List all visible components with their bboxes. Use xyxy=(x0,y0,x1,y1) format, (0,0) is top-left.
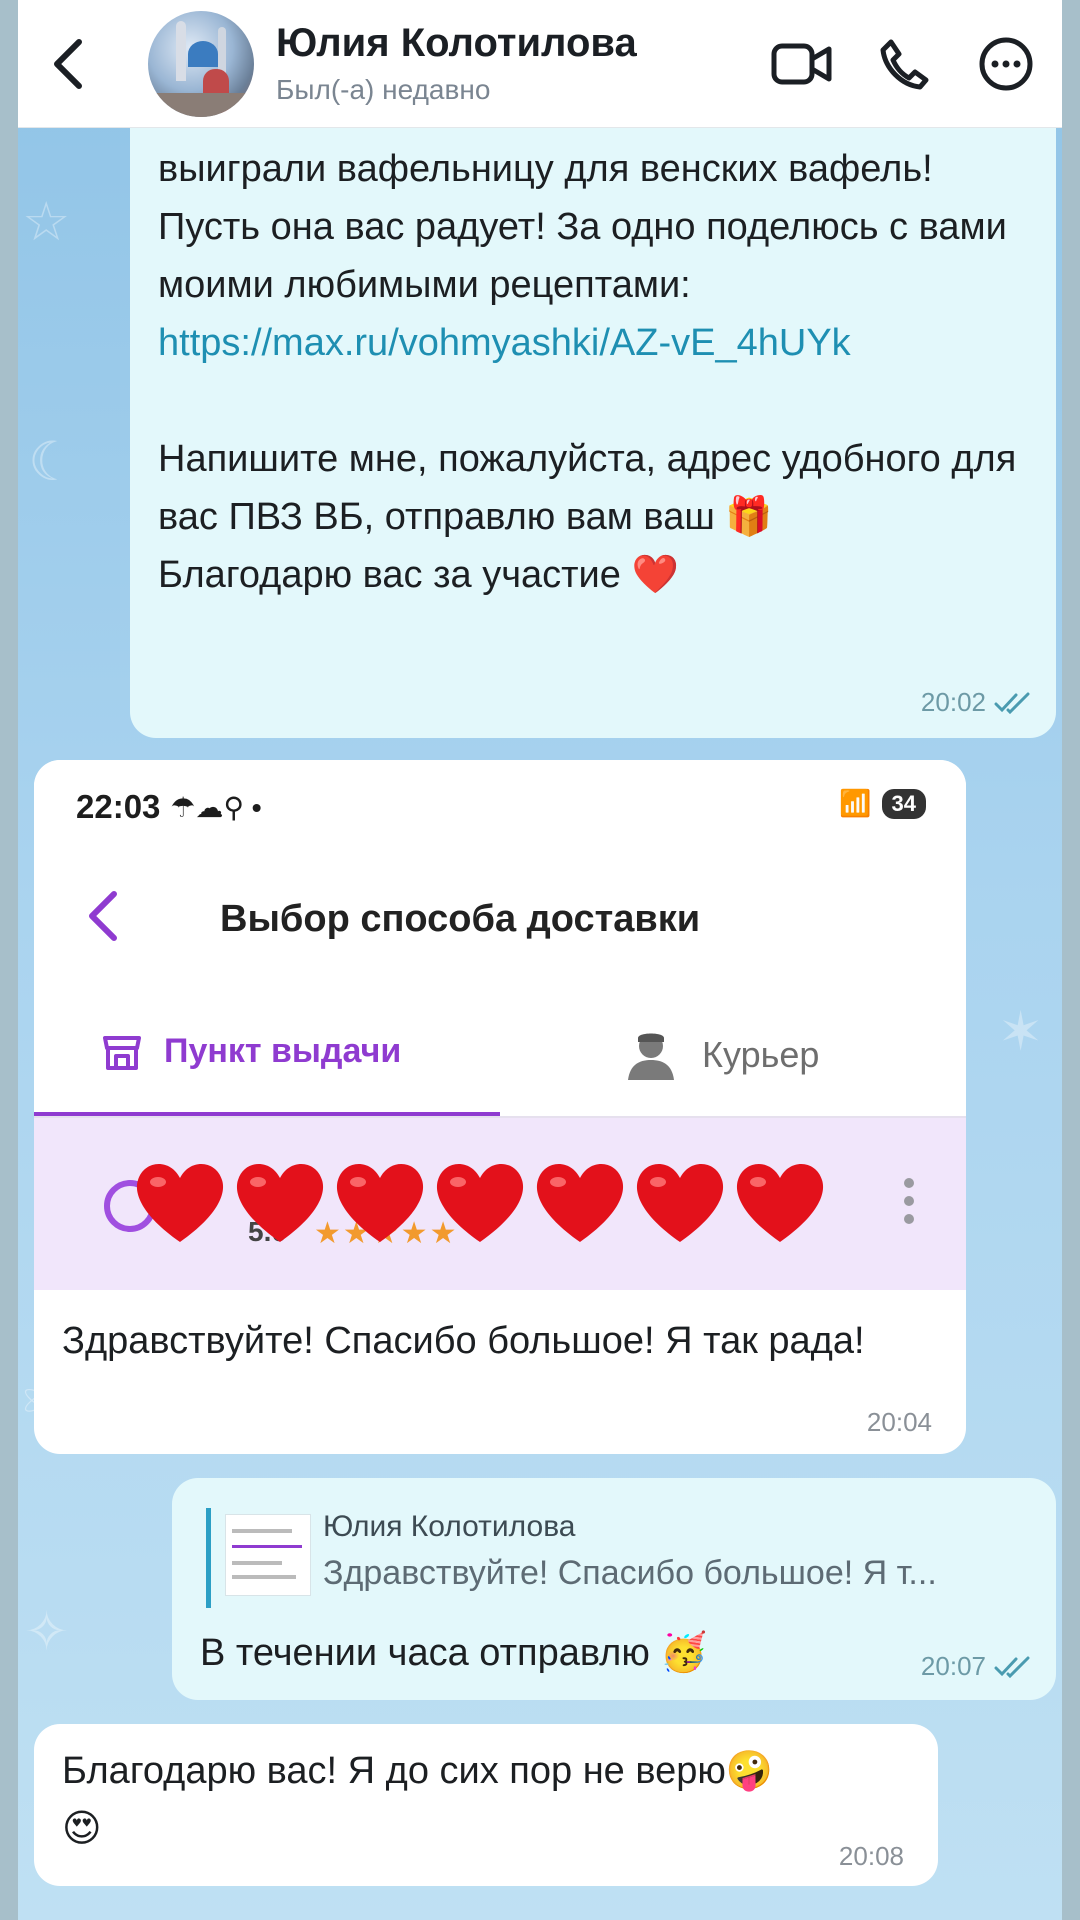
chat-header: Юлия Колотилова Был(-а) недавно xyxy=(18,0,1062,128)
tab-pickup-label: Пункт выдачи xyxy=(164,1032,402,1070)
star-doodle-icon: ✶ xyxy=(998,1000,1044,1063)
reply-quote[interactable]: Юлия Колотилова Здравствуйте! Спасибо бо… xyxy=(206,1508,1016,1608)
back-arrow-icon xyxy=(54,38,82,89)
phone-icon xyxy=(880,39,929,89)
star-doodle-icon: ✧ xyxy=(24,1600,70,1663)
wifi-icon: 📶 xyxy=(839,788,872,818)
outer-border-left xyxy=(0,0,18,1920)
reply-thumbnail xyxy=(225,1514,311,1596)
status-time-label: 22:03 xyxy=(76,788,161,825)
heart-icon xyxy=(436,1163,524,1242)
double-check-icon xyxy=(994,1656,1032,1678)
message-text-part: выиграли вафельницу для венских вафель! … xyxy=(158,148,1018,306)
time-label: 20:07 xyxy=(920,1651,986,1681)
tab-pickup-point: Пункт выдачи xyxy=(102,1032,401,1071)
video-call-button[interactable] xyxy=(770,32,834,96)
heart-icon xyxy=(236,1163,324,1242)
message-time: 20:08 xyxy=(839,1841,904,1872)
message-bubble-outgoing[interactable]: выиграли вафельницу для венских вафель! … xyxy=(130,80,1056,738)
heart-icon xyxy=(136,1163,224,1242)
more-options-button[interactable] xyxy=(974,32,1038,96)
heart-icon xyxy=(536,1163,624,1242)
message-text: Благодарю вас! Я до сих пор не верю🤪 😍 xyxy=(62,1750,774,1850)
screenshot-back-icon xyxy=(86,890,120,947)
message-bubble-incoming-image[interactable]: 22:03 ☂☁⚲ • 📶 34 Выбор способа доставки … xyxy=(34,760,966,1454)
message-text: Здравствуйте! Спасибо большое! Я так рад… xyxy=(62,1320,865,1362)
message-time: 20:04 xyxy=(867,1407,932,1438)
reply-author: Юлия Колотилова xyxy=(323,1510,576,1543)
time-label: 20:08 xyxy=(838,1841,904,1871)
tab-courier: Курьер xyxy=(624,1028,819,1082)
store-icon xyxy=(103,1035,141,1070)
video-call-icon xyxy=(771,43,832,84)
battery-indicator: 34 xyxy=(881,788,926,819)
status-icons: ☂☁⚲ • xyxy=(170,791,262,823)
contact-status: Был(-а) недавно xyxy=(276,74,491,105)
double-check-icon xyxy=(994,692,1032,714)
tab-courier-label: Курьер xyxy=(702,1034,820,1075)
screenshot-title: Выбор способа доставки xyxy=(220,898,701,940)
status-bar-right: 📶 34 xyxy=(839,788,926,819)
message-bubble-outgoing-reply[interactable]: Юлия Колотилова Здравствуйте! Спасибо бо… xyxy=(172,1478,1056,1700)
heart-icon xyxy=(336,1163,424,1242)
hearts-overlay xyxy=(130,1152,830,1252)
message-time: 20:02 xyxy=(921,687,1032,718)
message-text-part: Напишите мне, пожалуйста, адрес удобного… xyxy=(158,438,1017,596)
contact-info[interactable]: Юлия Колотилова Был(-а) недавно xyxy=(276,21,770,106)
kebab-menu-icon xyxy=(904,1178,914,1224)
attached-screenshot[interactable]: 22:03 ☂☁⚲ • 📶 34 Выбор способа доставки … xyxy=(34,760,966,1300)
recipe-link[interactable]: https://max.ru/vohmyashki/AZ-vE_4hUYk xyxy=(158,322,851,364)
courier-icon xyxy=(628,1033,674,1080)
outer-border-right xyxy=(1062,0,1080,1920)
message-text: выиграли вафельницу для венских вафель! … xyxy=(158,140,1018,604)
message-text: В течении часа отправлю 🥳 xyxy=(200,1632,708,1674)
contact-name: Юлия Колотилова xyxy=(276,21,637,65)
status-bar-time: 22:03 ☂☁⚲ • xyxy=(76,788,262,826)
moon-doodle-icon: ☾ xyxy=(28,430,77,493)
heart-icon xyxy=(636,1163,724,1242)
star-doodle-icon: ☆ xyxy=(22,190,71,253)
time-label: 20:02 xyxy=(920,687,986,717)
avatar[interactable] xyxy=(148,10,254,117)
message-bubble-incoming[interactable]: Благодарю вас! Я до сих пор не верю🤪 😍 2… xyxy=(34,1724,938,1886)
message-time: 20:07 xyxy=(921,1651,1032,1682)
reply-snippet: Здравствуйте! Спасибо большое! Я т... xyxy=(323,1554,937,1592)
time-label: 20:04 xyxy=(866,1407,932,1437)
more-icon xyxy=(979,37,1033,90)
back-button[interactable] xyxy=(18,0,118,127)
heart-icon xyxy=(736,1163,824,1242)
phone-call-button[interactable] xyxy=(872,32,936,96)
